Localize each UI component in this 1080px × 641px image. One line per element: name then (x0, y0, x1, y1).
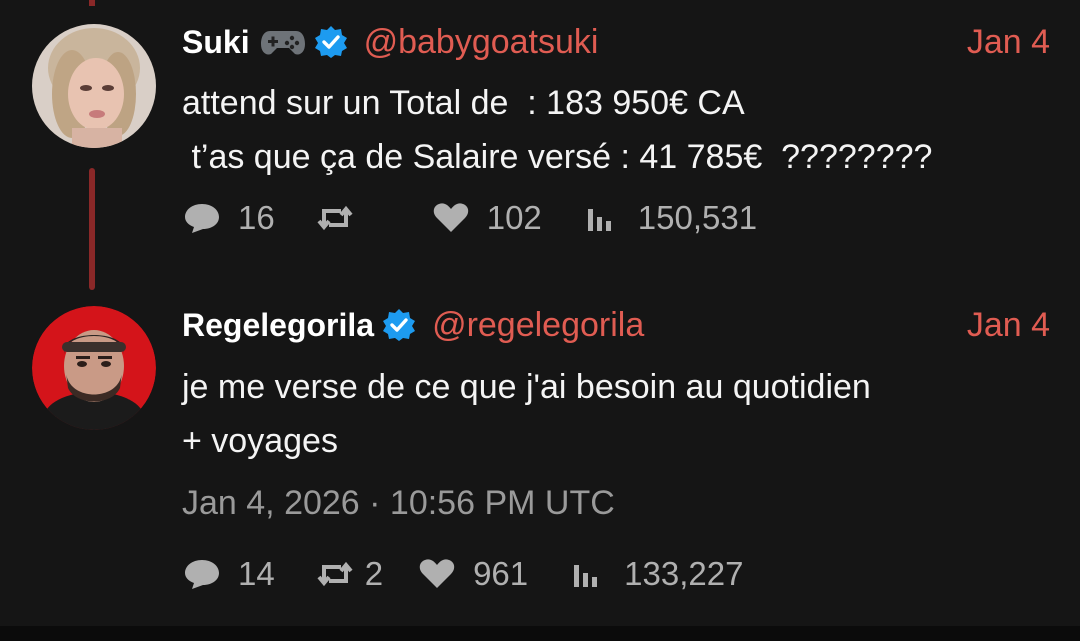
tweet-stats: 16 102 150,531 (182, 196, 797, 240)
like-count: 961 (473, 555, 529, 592)
tweet-timestamp[interactable]: Jan 4, 2026 · 10:56 PM UTC (182, 484, 615, 523)
retweet-icon (315, 201, 355, 235)
verified-badge-icon (382, 308, 416, 342)
tweet-text: je me verse de ce que j'ai besoin au quo… (182, 360, 1040, 468)
heart-icon (431, 201, 471, 235)
reply-stat[interactable]: 14 (182, 555, 275, 593)
tweet-header: Suki @babygoatsuki Jan 4 (182, 20, 1050, 64)
heart-icon (417, 557, 457, 591)
retweet-stat[interactable]: 2 (315, 555, 383, 593)
retweet-icon (315, 557, 355, 591)
thread-line (89, 0, 95, 6)
display-name[interactable]: Regelegorila (182, 307, 374, 344)
thread-line (89, 168, 95, 290)
like-stat[interactable]: 102 (431, 199, 542, 237)
tweet-text: attend sur un Total de : 183 950€ CA t’a… (182, 76, 1040, 184)
game-controller-icon (260, 27, 306, 57)
views-chart-icon (568, 557, 608, 591)
tweet-text-line: + voyages (182, 422, 338, 460)
avatar[interactable] (32, 306, 156, 430)
tweet-stats: 14 2 961 133,227 (182, 552, 783, 596)
bottom-bar (0, 626, 1080, 641)
display-name[interactable]: Suki (182, 24, 250, 61)
reply-count: 14 (238, 555, 275, 592)
tweet-text-line: je me verse de ce que j'ai besoin au quo… (182, 368, 871, 406)
tweet-header: Regelegorila @regelegorila Jan 4 (182, 303, 1050, 347)
tweet-date[interactable]: Jan 4 (967, 306, 1050, 345)
retweet-count: 2 (364, 555, 384, 592)
user-handle[interactable]: @regelegorila (432, 306, 644, 345)
views-count: 133,227 (624, 555, 744, 592)
views-stat[interactable]: 133,227 (568, 555, 743, 593)
views-stat[interactable]: 150,531 (582, 199, 757, 237)
verified-badge-icon (314, 25, 348, 59)
tweet-text-line: t’as que ça de Salaire versé : 41 785€ ?… (182, 138, 933, 176)
like-stat[interactable]: 961 (417, 555, 528, 593)
reply-icon (182, 201, 222, 235)
views-count: 150,531 (637, 199, 758, 236)
tweet-date[interactable]: Jan 4 (967, 23, 1050, 62)
like-count: 102 (486, 199, 542, 236)
tweet-text-line: attend sur un Total de : 183 950€ CA (182, 84, 745, 122)
user-handle[interactable]: @babygoatsuki (364, 23, 599, 62)
reply-count: 16 (238, 199, 275, 236)
views-chart-icon (582, 201, 622, 235)
reply-stat[interactable]: 16 (182, 199, 275, 237)
retweet-stat[interactable] (315, 201, 391, 235)
avatar[interactable] (32, 24, 156, 148)
reply-icon (182, 557, 222, 591)
